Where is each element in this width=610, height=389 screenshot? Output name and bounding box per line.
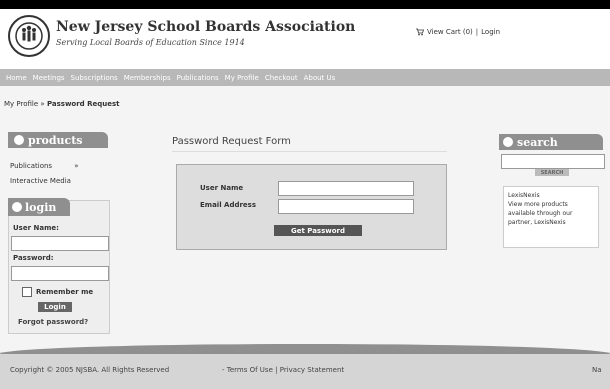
left-sidebar: products xyxy=(8,132,108,148)
form-username-label: User Name xyxy=(200,184,244,192)
copyright-text: Copyright © 2005 NJSBA. All Rights Reser… xyxy=(10,366,170,374)
njsba-logo[interactable] xyxy=(8,15,50,57)
lexisnexis-promo[interactable]: LexisNexis View more products available … xyxy=(503,186,599,248)
title-divider xyxy=(172,151,447,152)
sidebar-login-button[interactable]: Login xyxy=(38,302,72,312)
privacy-statement-link[interactable]: Privacy Statement xyxy=(280,366,344,374)
promo-text: View more products available through our… xyxy=(508,201,573,226)
sidebar-item-label: Publications xyxy=(10,162,53,170)
form-email-label: Email Address xyxy=(200,201,257,209)
header-separator: | xyxy=(475,28,479,36)
breadcrumb-separator: » xyxy=(40,100,45,108)
login-icon xyxy=(12,202,22,212)
view-cart-link[interactable]: View Cart (0) xyxy=(427,28,473,36)
cart-icon xyxy=(416,28,424,36)
search-tab: search xyxy=(499,134,603,150)
header-login-link[interactable]: Login xyxy=(481,28,500,36)
search-icon xyxy=(503,137,513,147)
products-tab: products xyxy=(8,132,108,148)
breadcrumb-current: Password Request xyxy=(46,100,120,108)
page-title: Password Request Form xyxy=(172,136,291,147)
forgot-password-link[interactable]: Forgot password? xyxy=(18,318,88,326)
nav-item-meetings[interactable]: Meetings xyxy=(33,74,65,82)
promo-title: LexisNexis xyxy=(508,192,540,199)
sidebar-username-input[interactable] xyxy=(11,236,109,251)
sidebar-item-publications[interactable]: Publications » xyxy=(10,162,79,170)
products-title: products xyxy=(28,133,83,147)
sidebar-password-input[interactable] xyxy=(11,266,109,281)
sidebar-password-label: Password: xyxy=(13,254,54,262)
remember-me-label: Remember me xyxy=(36,288,94,296)
chevron-right-icon: » xyxy=(74,162,79,170)
get-password-button[interactable]: Get Password xyxy=(274,225,362,236)
nav-item-my-profile[interactable]: My Profile xyxy=(225,74,259,82)
nav-item-subscriptions[interactable]: Subscriptions xyxy=(71,74,118,82)
organization-name[interactable]: New Jersey School Boards Association xyxy=(56,19,355,35)
cart-login-box: View Cart (0) | Login xyxy=(416,22,536,42)
footer-right-text: Na xyxy=(592,366,602,374)
nav-item-checkout[interactable]: Checkout xyxy=(265,74,298,82)
sidebar-item-interactive-media[interactable]: Interactive Media xyxy=(10,177,71,185)
sidebar-username-label: User Name: xyxy=(13,224,59,232)
search-button[interactable]: SEARCH xyxy=(535,169,569,176)
login-tab: login xyxy=(8,198,70,216)
remember-me-checkbox[interactable] xyxy=(22,287,32,297)
login-title: login xyxy=(25,200,57,214)
form-username-input[interactable] xyxy=(278,181,414,196)
terms-of-use-link[interactable]: Terms Of Use xyxy=(227,366,273,374)
search-title: search xyxy=(517,135,558,149)
nav-item-home[interactable]: Home xyxy=(6,74,27,82)
breadcrumb: My Profile » Password Request xyxy=(4,100,120,108)
search-input[interactable] xyxy=(501,154,605,169)
products-icon xyxy=(14,135,24,145)
family-logo-icon xyxy=(15,22,43,50)
nav-item-about-us[interactable]: About Us xyxy=(304,74,336,82)
breadcrumb-parent[interactable]: My Profile xyxy=(4,100,38,108)
footer-links: - Terms Of Use | Privacy Statement xyxy=(222,366,344,374)
top-black-bar xyxy=(0,0,610,9)
form-email-input[interactable] xyxy=(278,199,414,214)
organization-tagline: Serving Local Boards of Education Since … xyxy=(56,38,245,47)
footer-top-curve xyxy=(0,344,610,354)
nav-item-publications[interactable]: Publications xyxy=(177,74,219,82)
nav-item-memberships[interactable]: Memberships xyxy=(124,74,171,82)
main-nav: Home Meetings Subscriptions Memberships … xyxy=(0,69,610,86)
